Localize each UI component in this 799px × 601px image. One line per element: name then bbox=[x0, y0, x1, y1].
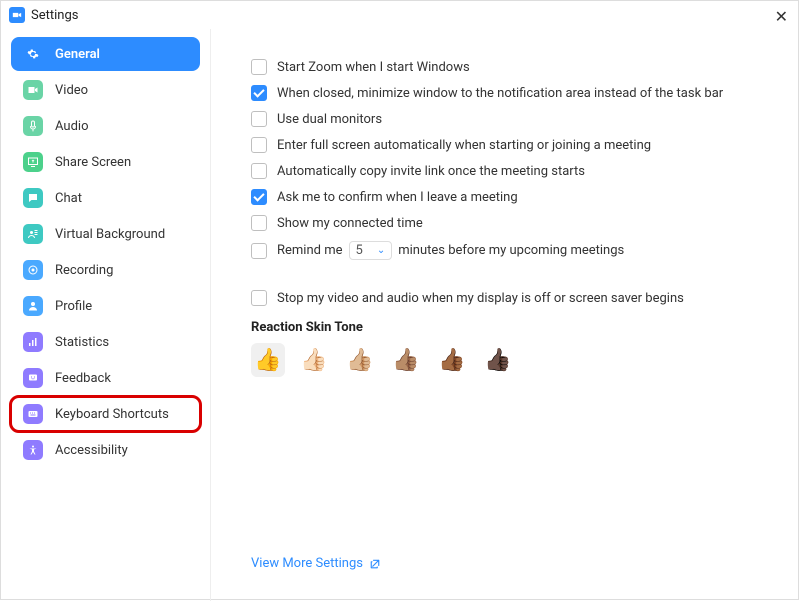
setting-label: Enter full screen automatically when sta… bbox=[277, 138, 651, 153]
reaction-skin-tone-group: 👍 👍🏻 👍🏼 👍🏽 👍🏾 👍🏿 bbox=[251, 343, 768, 377]
feedback-icon bbox=[23, 368, 43, 388]
setting-row: Start Zoom when I start Windows bbox=[251, 59, 768, 75]
app-icon bbox=[9, 7, 25, 23]
skin-tone-option[interactable]: 👍🏿 bbox=[481, 343, 515, 377]
sidebar-item-audio[interactable]: Audio bbox=[11, 109, 200, 143]
checkbox[interactable] bbox=[251, 215, 267, 231]
view-more-label: View More Settings bbox=[251, 556, 363, 571]
setting-row: Use dual monitors bbox=[251, 111, 768, 127]
setting-label: Ask me to confirm when I leave a meeting bbox=[277, 190, 518, 205]
settings-panel: Start Zoom when I start Windows When clos… bbox=[211, 29, 798, 601]
sidebar-item-chat[interactable]: Chat bbox=[11, 181, 200, 215]
sidebar-item-profile[interactable]: Profile bbox=[11, 289, 200, 323]
video-icon bbox=[23, 80, 43, 100]
window-title: Settings bbox=[31, 8, 78, 23]
view-more-settings-link[interactable]: View More Settings bbox=[251, 556, 381, 571]
sidebar-item-label: Video bbox=[55, 83, 88, 98]
statistics-icon bbox=[23, 332, 43, 352]
virtual-background-icon bbox=[23, 224, 43, 244]
sidebar-item-general[interactable]: General bbox=[11, 37, 200, 71]
checkbox[interactable] bbox=[251, 111, 267, 127]
remind-suffix: minutes before my upcoming meetings bbox=[398, 243, 624, 258]
sidebar-item-label: Chat bbox=[55, 191, 82, 206]
skin-tone-option[interactable]: 👍 bbox=[251, 343, 285, 377]
chat-icon bbox=[23, 188, 43, 208]
setting-label: Show my connected time bbox=[277, 216, 423, 231]
close-icon[interactable]: ✕ bbox=[775, 7, 788, 26]
checkbox[interactable] bbox=[251, 189, 267, 205]
sidebar-item-keyboard-shortcuts[interactable]: Keyboard Shortcuts bbox=[11, 397, 200, 431]
chevron-down-icon: ⌄ bbox=[377, 245, 385, 256]
setting-label: Automatically copy invite link once the … bbox=[277, 164, 585, 179]
setting-remind-me: Remind me 5 ⌄ minutes before my upcoming… bbox=[251, 241, 768, 260]
checkbox-stop-video-audio[interactable] bbox=[251, 290, 267, 306]
sidebar-item-label: Statistics bbox=[55, 335, 109, 350]
audio-icon bbox=[23, 116, 43, 136]
setting-label: Start Zoom when I start Windows bbox=[277, 60, 470, 75]
checkbox-remind-me[interactable] bbox=[251, 243, 267, 259]
skin-tone-option[interactable]: 👍🏾 bbox=[435, 343, 469, 377]
checkbox[interactable] bbox=[251, 137, 267, 153]
recording-icon bbox=[23, 260, 43, 280]
remind-prefix: Remind me bbox=[277, 243, 343, 258]
sidebar-item-label: General bbox=[55, 47, 100, 62]
sidebar-item-video[interactable]: Video bbox=[11, 73, 200, 107]
external-link-icon bbox=[369, 558, 381, 570]
profile-icon bbox=[23, 296, 43, 316]
sidebar-item-share-screen[interactable]: Share Screen bbox=[11, 145, 200, 179]
general-icon bbox=[23, 44, 43, 64]
sidebar-item-feedback[interactable]: Feedback bbox=[11, 361, 200, 395]
share-screen-icon bbox=[23, 152, 43, 172]
sidebar-item-label: Accessibility bbox=[55, 443, 128, 458]
setting-row: Show my connected time bbox=[251, 215, 768, 231]
keyboard-shortcuts-icon bbox=[23, 404, 43, 424]
sidebar-item-label: Virtual Background bbox=[55, 227, 165, 242]
checkbox[interactable] bbox=[251, 163, 267, 179]
sidebar-item-label: Recording bbox=[55, 263, 113, 278]
setting-row: Automatically copy invite link once the … bbox=[251, 163, 768, 179]
setting-row: Enter full screen automatically when sta… bbox=[251, 137, 768, 153]
sidebar-item-label: Profile bbox=[55, 299, 92, 314]
sidebar-item-label: Audio bbox=[55, 119, 88, 134]
sidebar-item-virtual-background[interactable]: Virtual Background bbox=[11, 217, 200, 251]
sidebar-item-label: Feedback bbox=[55, 371, 111, 386]
skin-tone-option[interactable]: 👍🏻 bbox=[297, 343, 331, 377]
sidebar: General Video Audio Share Screen Chat Virtual… bbox=[1, 29, 211, 601]
sidebar-item-statistics[interactable]: Statistics bbox=[11, 325, 200, 359]
sidebar-item-label: Share Screen bbox=[55, 155, 131, 170]
sidebar-item-label: Keyboard Shortcuts bbox=[55, 407, 169, 422]
remind-minutes-select[interactable]: 5 ⌄ bbox=[349, 241, 393, 260]
accessibility-icon bbox=[23, 440, 43, 460]
reaction-skin-tone-heading: Reaction Skin Tone bbox=[251, 320, 768, 335]
setting-row: Ask me to confirm when I leave a meeting bbox=[251, 189, 768, 205]
sidebar-item-recording[interactable]: Recording bbox=[11, 253, 200, 287]
titlebar: Settings ✕ bbox=[1, 1, 798, 29]
checkbox[interactable] bbox=[251, 59, 267, 75]
setting-label: Use dual monitors bbox=[277, 112, 382, 127]
remind-minutes-value: 5 bbox=[356, 243, 363, 258]
setting-row: When closed, minimize window to the noti… bbox=[251, 85, 768, 101]
skin-tone-option[interactable]: 👍🏼 bbox=[343, 343, 377, 377]
setting-label: When closed, minimize window to the noti… bbox=[277, 86, 723, 101]
setting-stop-video-audio: Stop my video and audio when my display … bbox=[251, 290, 768, 306]
checkbox[interactable] bbox=[251, 85, 267, 101]
sidebar-item-accessibility[interactable]: Accessibility bbox=[11, 433, 200, 467]
setting-label: Stop my video and audio when my display … bbox=[277, 291, 684, 306]
skin-tone-option[interactable]: 👍🏽 bbox=[389, 343, 423, 377]
